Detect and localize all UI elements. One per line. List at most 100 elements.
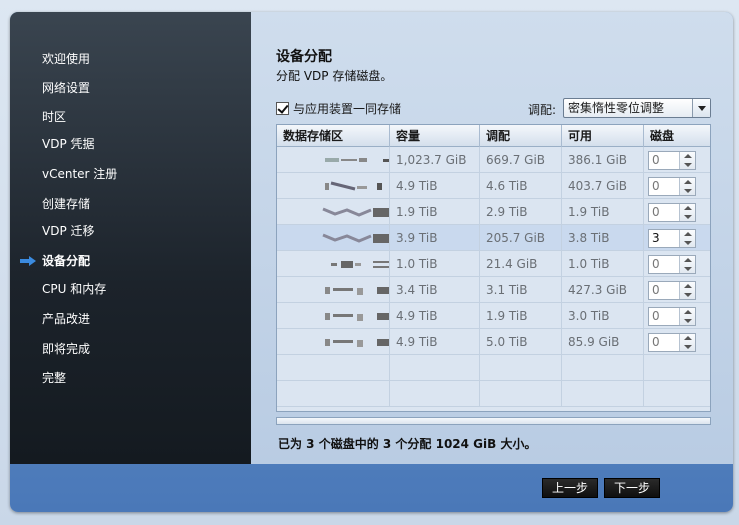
store-with-appliance-checkbox[interactable] bbox=[276, 102, 289, 115]
sidebar-item[interactable]: CPU 和内存 bbox=[10, 278, 251, 300]
sidebar-item[interactable]: 产品改进 bbox=[10, 308, 251, 330]
sidebar-item-label: 产品改进 bbox=[42, 312, 91, 326]
horizontal-scrollbar[interactable] bbox=[276, 417, 711, 425]
table-row[interactable]: 3.4 TiB 3.1 TiB 427.3 GiB 0 bbox=[277, 277, 710, 303]
capacity-cell: 4.9 TiB bbox=[390, 303, 480, 329]
table-row[interactable]: 4.9 TiB 4.6 TiB 403.7 GiB 0 bbox=[277, 173, 710, 199]
stepper-down-icon[interactable] bbox=[684, 345, 692, 349]
free-cell: 1.0 TiB bbox=[562, 251, 644, 277]
sidebar-item[interactable]: 时区 bbox=[10, 106, 251, 128]
disk-count-stepper[interactable]: 0 bbox=[648, 177, 696, 196]
column-header-datastore[interactable]: 数据存储区 bbox=[277, 125, 390, 147]
free-cell: 403.7 GiB bbox=[562, 173, 644, 199]
tuning-select[interactable]: 密集惰性零位调整 bbox=[563, 98, 711, 118]
sidebar-item[interactable]: 网络设置 bbox=[10, 77, 251, 99]
datastore-name-cell bbox=[277, 147, 390, 173]
provisioned-cell: 2.9 TiB bbox=[480, 199, 562, 225]
datastore-name-cell bbox=[277, 199, 390, 225]
disk-count-stepper[interactable]: 0 bbox=[648, 203, 696, 222]
back-button[interactable]: 上一步 bbox=[542, 478, 598, 498]
stepper-buttons[interactable] bbox=[679, 230, 695, 247]
sidebar-item-label: 创建存储 bbox=[42, 197, 91, 211]
stepper-buttons[interactable] bbox=[679, 178, 695, 195]
sidebar-item[interactable]: 设备分配 bbox=[10, 250, 251, 272]
sidebar-item[interactable]: 完整 bbox=[10, 367, 251, 389]
disk-count-stepper[interactable]: 0 bbox=[648, 333, 696, 352]
table-row[interactable]: 1.0 TiB 21.4 GiB 1.0 TiB 0 bbox=[277, 251, 710, 277]
sidebar-item-label: vCenter 注册 bbox=[42, 167, 118, 181]
sidebar-item[interactable]: VDP 迁移 bbox=[10, 220, 251, 242]
stepper-up-icon[interactable] bbox=[684, 154, 692, 158]
sidebar-item-label: VDP 凭据 bbox=[42, 137, 95, 151]
redacted-datastore-name-icon bbox=[325, 287, 389, 295]
stepper-buttons[interactable] bbox=[679, 152, 695, 169]
stepper-up-icon[interactable] bbox=[684, 310, 692, 314]
disk-count-stepper[interactable]: 0 bbox=[648, 281, 696, 300]
table-row[interactable]: 1.9 TiB 2.9 TiB 1.9 TiB 0 bbox=[277, 199, 710, 225]
sidebar-item-label: 即将完成 bbox=[42, 342, 91, 356]
disk-count-value[interactable]: 0 bbox=[652, 308, 660, 325]
current-step-arrow-icon bbox=[20, 256, 36, 266]
table-row[interactable]: 4.9 TiB 5.0 TiB 85.9 GiB 0 bbox=[277, 329, 710, 355]
next-button[interactable]: 下一步 bbox=[604, 478, 660, 498]
stepper-buttons[interactable] bbox=[679, 282, 695, 299]
sidebar-item[interactable]: 创建存储 bbox=[10, 193, 251, 215]
disks-cell: 0 bbox=[644, 303, 710, 329]
stepper-buttons[interactable] bbox=[679, 204, 695, 221]
capacity-cell: 3.9 TiB bbox=[390, 225, 480, 251]
free-cell: 85.9 GiB bbox=[562, 329, 644, 355]
disk-count-value[interactable]: 0 bbox=[652, 282, 660, 299]
stepper-down-icon[interactable] bbox=[684, 293, 692, 297]
stepper-down-icon[interactable] bbox=[684, 267, 692, 271]
store-with-appliance-row[interactable]: 与应用装置一同存储 bbox=[276, 100, 401, 117]
stepper-down-icon[interactable] bbox=[684, 319, 692, 323]
sidebar-item[interactable]: vCenter 注册 bbox=[10, 163, 251, 185]
provisioned-cell: 4.6 TiB bbox=[480, 173, 562, 199]
stepper-buttons[interactable] bbox=[679, 256, 695, 273]
table-row[interactable]: 3.9 TiB 205.7 GiB 3.8 TiB 3 bbox=[277, 225, 710, 251]
sidebar-item[interactable]: VDP 凭据 bbox=[10, 133, 251, 155]
stepper-down-icon[interactable] bbox=[684, 163, 692, 167]
disks-cell: 3 bbox=[644, 225, 710, 251]
stepper-up-icon[interactable] bbox=[684, 284, 692, 288]
sidebar-item[interactable]: 欢迎使用 bbox=[10, 48, 251, 70]
stepper-down-icon[interactable] bbox=[684, 241, 692, 245]
table-header: 数据存储区 容量 调配 可用 磁盘 bbox=[277, 125, 710, 147]
disk-count-value[interactable]: 0 bbox=[652, 204, 660, 221]
stepper-buttons[interactable] bbox=[679, 334, 695, 351]
disk-count-stepper[interactable]: 0 bbox=[648, 307, 696, 326]
empty-cell bbox=[480, 381, 562, 407]
disk-count-value[interactable]: 0 bbox=[652, 256, 660, 273]
table-row[interactable]: 4.9 TiB 1.9 TiB 3.0 TiB 0 bbox=[277, 303, 710, 329]
page-title: 设备分配 bbox=[276, 49, 332, 65]
provisioned-cell: 3.1 TiB bbox=[480, 277, 562, 303]
disk-count-value[interactable]: 0 bbox=[652, 152, 660, 169]
provisioned-cell: 205.7 GiB bbox=[480, 225, 562, 251]
disk-count-stepper[interactable]: 3 bbox=[648, 229, 696, 248]
disk-count-value[interactable]: 0 bbox=[652, 178, 660, 195]
column-header-provisioned[interactable]: 调配 bbox=[480, 125, 562, 147]
disk-count-value[interactable]: 3 bbox=[652, 230, 660, 247]
stepper-up-icon[interactable] bbox=[684, 258, 692, 262]
chevron-down-icon[interactable] bbox=[692, 99, 710, 117]
disk-count-stepper[interactable]: 0 bbox=[648, 151, 696, 170]
stepper-up-icon[interactable] bbox=[684, 180, 692, 184]
capacity-cell: 3.4 TiB bbox=[390, 277, 480, 303]
stepper-up-icon[interactable] bbox=[684, 232, 692, 236]
empty-cell bbox=[644, 381, 710, 407]
datastore-table: 数据存储区 容量 调配 可用 磁盘 1,023.7 GiB 669.7 GiB 38… bbox=[276, 124, 711, 412]
disk-count-stepper[interactable]: 0 bbox=[648, 255, 696, 274]
table-row[interactable]: 1,023.7 GiB 669.7 GiB 386.1 GiB 0 bbox=[277, 147, 710, 173]
stepper-up-icon[interactable] bbox=[684, 336, 692, 340]
disk-count-value[interactable]: 0 bbox=[652, 334, 660, 351]
capacity-cell: 1.9 TiB bbox=[390, 199, 480, 225]
column-header-capacity[interactable]: 容量 bbox=[390, 125, 480, 147]
column-header-free[interactable]: 可用 bbox=[562, 125, 644, 147]
sidebar-item[interactable]: 即将完成 bbox=[10, 338, 251, 360]
stepper-buttons[interactable] bbox=[679, 308, 695, 325]
stepper-down-icon[interactable] bbox=[684, 189, 692, 193]
stepper-down-icon[interactable] bbox=[684, 215, 692, 219]
stepper-up-icon[interactable] bbox=[684, 206, 692, 210]
empty-cell bbox=[562, 381, 644, 407]
column-header-disks[interactable]: 磁盘 bbox=[644, 125, 710, 147]
